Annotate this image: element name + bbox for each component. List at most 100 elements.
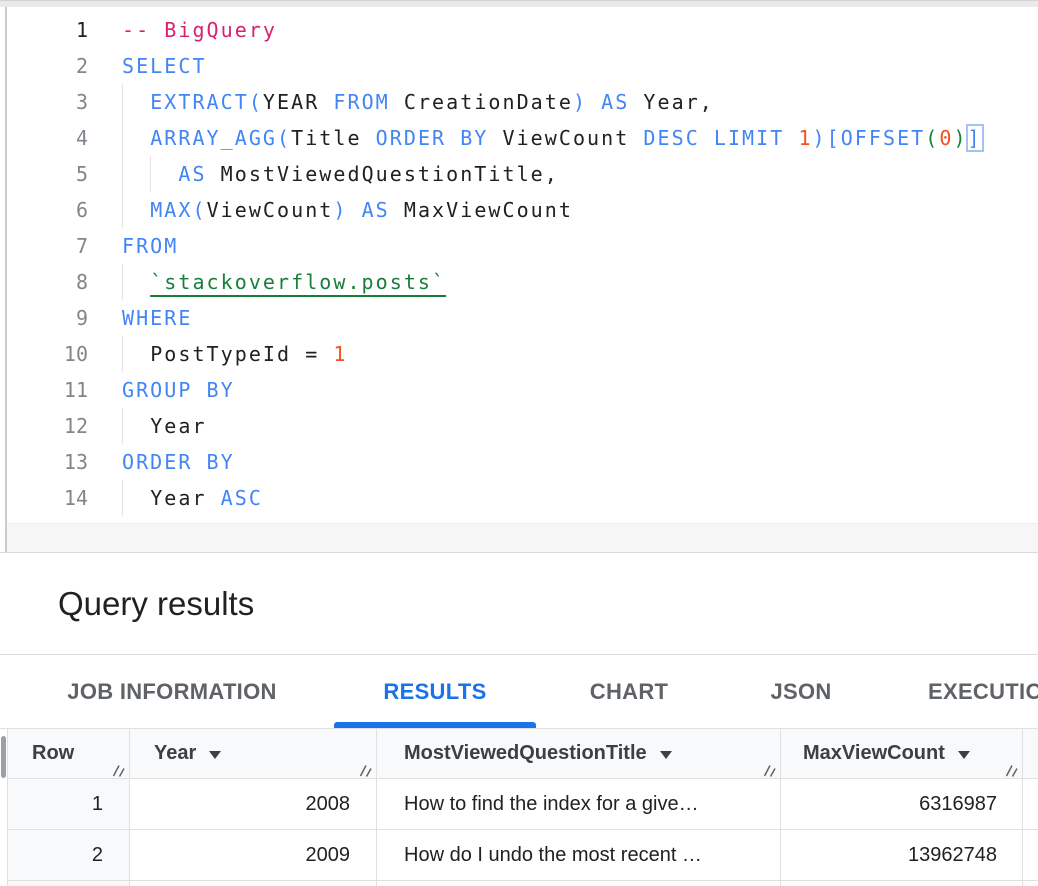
code-line: 11 GROUP BY: [7, 372, 1038, 408]
cell-value: How to find the index for a give…: [404, 793, 699, 816]
sql-editor[interactable]: 1-- BigQuery2SELECT3 EXTRACT(YEAR FROM C…: [7, 7, 1038, 523]
table-cell: [377, 881, 781, 886]
syntax-token: MAX(: [150, 198, 206, 222]
column-resize-grip-icon[interactable]: [762, 761, 777, 776]
results-table: RowYearMostViewedQuestionTitle MaxViewCou…: [8, 729, 1038, 886]
row-number-cell: 1: [8, 779, 130, 830]
column-header-label: MaxViewCount: [803, 742, 945, 765]
code-text: GROUP BY: [122, 372, 235, 408]
syntax-token: ): [333, 198, 347, 222]
code-line: 6 MAX(ViewCount) AS MaxViewCount: [7, 192, 1038, 228]
code-text: PostTypeId = 1: [122, 336, 347, 372]
cell-value: 2009: [306, 844, 351, 867]
table-cell: [781, 881, 1023, 886]
syntax-token: [122, 198, 150, 222]
cell-value: 1: [92, 793, 103, 816]
syntax-token: [122, 342, 150, 366]
table-reference-link[interactable]: `stackoverflow.posts`: [150, 270, 446, 294]
syntax-token: [122, 126, 150, 150]
row-number-cell: [8, 881, 130, 886]
line-number: 14: [7, 480, 88, 516]
column-resize-grip-icon[interactable]: [1004, 761, 1019, 776]
column-header-maxviewcount[interactable]: MaxViewCount: [781, 729, 1023, 779]
syntax-token: 0: [939, 126, 953, 150]
table-cell-filler: [1023, 881, 1038, 886]
syntax-token: 1: [798, 126, 812, 150]
code-text: MAX(ViewCount) AS MaxViewCount: [122, 192, 573, 228]
code-text: Year ASC: [122, 480, 263, 516]
column-header-year[interactable]: Year: [130, 729, 377, 779]
syntax-token: )[: [813, 126, 841, 150]
syntax-token: ORDER BY: [376, 126, 489, 150]
syntax-token: WHERE: [122, 306, 192, 330]
code-line: 1 -- BigQuery: [7, 12, 1038, 48]
code-text: WHERE: [122, 300, 192, 336]
column-header-row[interactable]: Row: [8, 729, 130, 779]
line-number: 3: [7, 84, 88, 120]
column-header-mostviewedquestiontitle[interactable]: MostViewedQuestionTitle: [377, 729, 781, 779]
editor-bottom-gutter: [7, 523, 1038, 552]
line-number: 1: [7, 12, 88, 48]
tab-chart[interactable]: CHART: [560, 656, 698, 728]
line-number: 4: [7, 120, 88, 156]
syntax-token: [122, 162, 178, 186]
syntax-token: Title: [291, 126, 361, 150]
tab-results[interactable]: RESULTS: [334, 656, 536, 728]
sql-editor-lines: 1-- BigQuery2SELECT3 EXTRACT(YEAR FROM C…: [7, 12, 1038, 516]
syntax-token: FROM: [333, 90, 389, 114]
tab-label: JOB INFORMATION: [67, 679, 276, 705]
syntax-token: AS: [362, 198, 390, 222]
syntax-token: Year,: [643, 90, 713, 114]
syntax-token: ViewCount: [207, 198, 334, 222]
code-line: 2 SELECT: [7, 48, 1038, 84]
tab-json[interactable]: JSON: [722, 656, 880, 728]
table-cell: 2009: [130, 830, 377, 881]
table-cell: 2008: [130, 779, 377, 830]
line-number: 11: [7, 372, 88, 408]
syntax-token: [122, 270, 150, 294]
results-scrollbar-track[interactable]: [0, 729, 8, 886]
syntax-token: ): [953, 126, 967, 150]
syntax-token: MaxViewCount: [404, 198, 573, 222]
code-line: 10 PostTypeId = 1: [7, 336, 1038, 372]
tab-label: EXECUTION DETAILS: [928, 679, 1038, 705]
syntax-token: [122, 414, 150, 438]
tab-label: JSON: [770, 679, 831, 705]
editor-top-scrollbar-track: [0, 0, 1038, 7]
code-text: AS MostViewedQuestionTitle,: [122, 156, 559, 192]
line-number: 9: [7, 300, 88, 336]
line-number: 2: [7, 48, 88, 84]
code-line: 12 Year: [7, 408, 1038, 444]
results-tabs: JOB INFORMATION RESULTS CHART JSON EXECUTION…: [0, 656, 1038, 728]
syntax-token: ASC: [221, 486, 263, 510]
syntax-token: -- BigQuery: [122, 18, 277, 42]
line-number: 13: [7, 444, 88, 480]
code-text: Year: [122, 408, 207, 444]
syntax-token: [629, 126, 643, 150]
syntax-token: [488, 126, 502, 150]
tab-job-information[interactable]: JOB INFORMATION: [34, 656, 310, 728]
sort-dropdown-arrow-icon[interactable]: [958, 751, 970, 759]
syntax-token: [362, 126, 376, 150]
syntax-token: [207, 486, 221, 510]
tab-execution-details[interactable]: EXECUTION DETAILS: [904, 656, 1038, 728]
code-text: `stackoverflow.posts`: [122, 264, 446, 300]
sort-dropdown-arrow-icon[interactable]: [660, 751, 672, 759]
code-line: 5 AS MostViewedQuestionTitle,: [7, 156, 1038, 192]
results-scrollbar-thumb[interactable]: [1, 736, 6, 778]
column-resize-grip-icon[interactable]: [358, 761, 373, 776]
line-number: 7: [7, 228, 88, 264]
line-number: 8: [7, 264, 88, 300]
column-resize-grip-icon[interactable]: [111, 761, 126, 776]
syntax-token: [784, 126, 798, 150]
sort-dropdown-arrow-icon[interactable]: [209, 751, 221, 759]
syntax-token: MostViewedQuestionTitle,: [221, 162, 559, 186]
table-cell-filler: [1023, 779, 1038, 830]
syntax-token: [587, 90, 601, 114]
code-line: 7FROM: [7, 228, 1038, 264]
syntax-token: AS: [178, 162, 206, 186]
syntax-token: ORDER BY: [122, 450, 235, 474]
code-text: ARRAY_AGG(Title ORDER BY ViewCount DESC …: [122, 120, 982, 156]
tab-label: RESULTS: [383, 679, 486, 705]
code-text: SELECT: [122, 48, 207, 84]
